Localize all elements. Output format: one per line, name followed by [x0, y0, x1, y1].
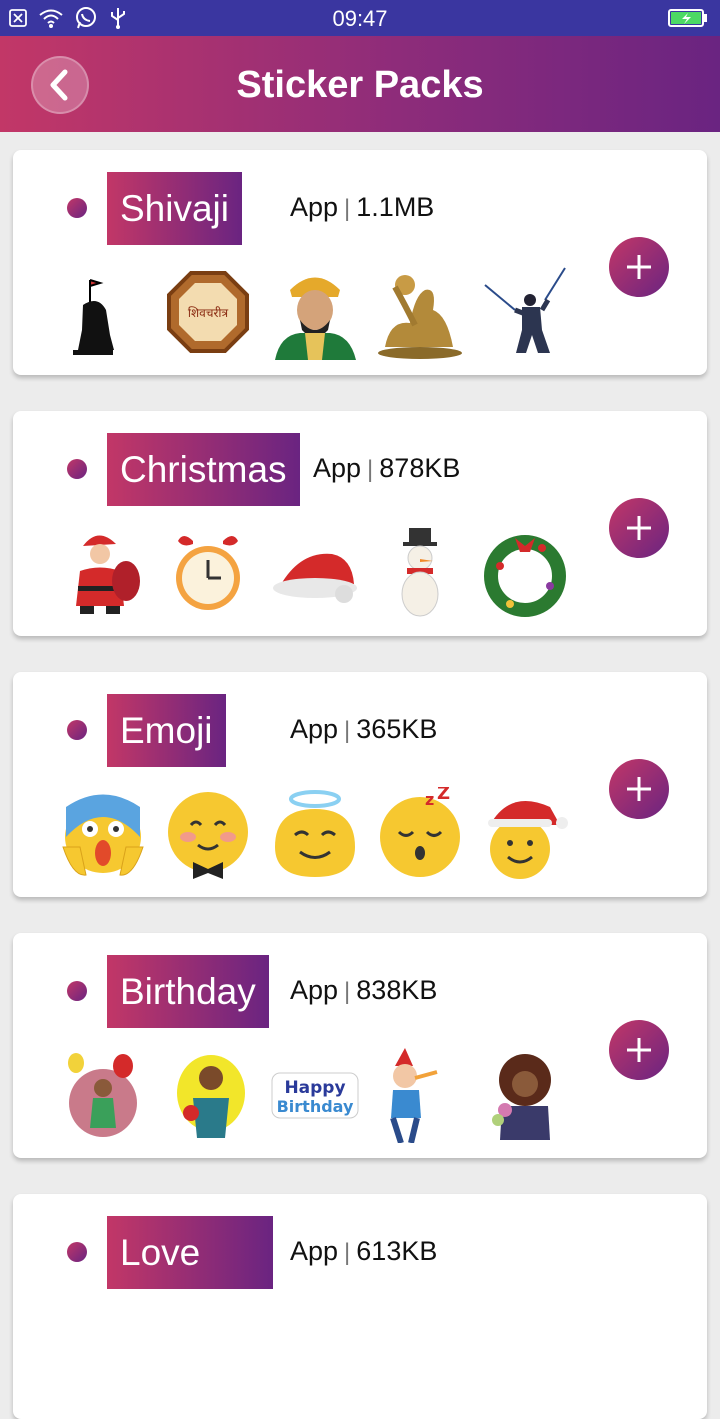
separator: |: [344, 717, 351, 744]
pack-meta: App | 1.1MB: [290, 192, 434, 223]
svg-text:Z: Z: [437, 787, 450, 804]
happy-birthday-text-sticker: Happy Birthday: [271, 1072, 359, 1119]
shivaji-portrait-sticker: [275, 277, 356, 360]
add-pack-button[interactable]: [609, 759, 669, 819]
plus-icon: [627, 255, 651, 279]
pack-name-badge: Shivaji: [107, 172, 242, 245]
separator: |: [344, 978, 351, 1005]
pack-card-emoji[interactable]: Emoji App | 365KB z Z: [13, 672, 707, 897]
pack-meta: App | 838KB: [290, 975, 437, 1006]
pack-size: 1.1MB: [356, 192, 435, 222]
pack-card-shivaji[interactable]: Shivaji App | 1.1MB शिवचरीत्र: [13, 150, 707, 375]
birthday-text: Birthday: [277, 1097, 354, 1116]
pack-card-christmas[interactable]: Christmas App | 878KB: [13, 411, 707, 636]
blushing-bowtie-face-sticker: [168, 792, 248, 879]
alarm-clock-sticker: [176, 536, 240, 610]
pack-card-love[interactable]: Love App | 613KB: [13, 1194, 707, 1419]
sleeping-face-sticker: z Z: [380, 787, 460, 877]
pack-meta: App | 365KB: [290, 714, 437, 745]
pack-source: App: [290, 975, 339, 1005]
snowman-sticker: [401, 528, 439, 617]
pack-size: 365KB: [356, 714, 438, 744]
happy-text: Happy: [284, 1078, 345, 1098]
pack-size: 878KB: [379, 453, 461, 483]
pack-source: App: [290, 714, 339, 744]
pack-name-badge: Christmas: [107, 433, 300, 506]
pack-source: App: [290, 192, 339, 222]
pack-size: 838KB: [356, 975, 438, 1005]
pack-card-birthday[interactable]: Birthday App | 838KB Happy Birthday: [13, 933, 707, 1158]
shivcharitra-seal-sticker: शिवचरीत्र: [167, 271, 249, 353]
add-pack-button[interactable]: [609, 498, 669, 558]
girl-flowers-sticker: [177, 1055, 245, 1138]
santa-claus-sticker: [76, 535, 140, 614]
pack-name-badge: Love: [107, 1216, 273, 1289]
separator: |: [344, 1239, 351, 1266]
balloon-girl-sticker: [68, 1053, 137, 1137]
battery-icon: [668, 9, 708, 32]
bronze-statue-sticker: [378, 275, 462, 359]
status-time: 09:47: [332, 6, 388, 31]
christmas-wreath-sticker: [484, 535, 566, 617]
party-boy-sticker: [390, 1048, 438, 1143]
plus-icon: [627, 1038, 651, 1062]
santa-smiley-sticker: [488, 801, 568, 879]
app-header: Sticker Packs: [0, 36, 720, 132]
pack-size: 613KB: [356, 1236, 438, 1266]
pack-meta: App | 613KB: [290, 1236, 437, 1267]
santa-hat-sticker: [273, 553, 357, 603]
sword-warrior-sticker: [484, 267, 566, 353]
bullet-dot: [67, 1242, 87, 1262]
pack-source: App: [313, 453, 362, 483]
bullet-dot: [67, 198, 87, 218]
pack-name-badge: Emoji: [107, 694, 226, 767]
separator: |: [344, 195, 351, 222]
bullet-dot: [67, 720, 87, 740]
page-title: Sticker Packs: [236, 64, 484, 106]
separator: |: [367, 456, 374, 483]
curly-hair-girl-sticker: [492, 1054, 551, 1140]
svg-text:z: z: [425, 790, 434, 809]
maratha-statue-sticker: [73, 279, 114, 355]
angel-face-sticker: [275, 790, 355, 877]
add-pack-button[interactable]: [609, 237, 669, 297]
screaming-face-sticker: [62, 794, 144, 876]
pack-source: App: [290, 1236, 339, 1266]
status-bar: 09:47: [0, 0, 720, 36]
plus-icon: [627, 516, 651, 540]
plus-icon: [627, 777, 651, 801]
bullet-dot: [67, 981, 87, 1001]
bullet-dot: [67, 459, 87, 479]
svg-text:शिवचरीत्र: शिवचरीत्र: [188, 306, 229, 320]
pack-meta: App | 878KB: [313, 453, 460, 484]
add-pack-button[interactable]: [609, 1020, 669, 1080]
pack-name-badge: Birthday: [107, 955, 269, 1028]
